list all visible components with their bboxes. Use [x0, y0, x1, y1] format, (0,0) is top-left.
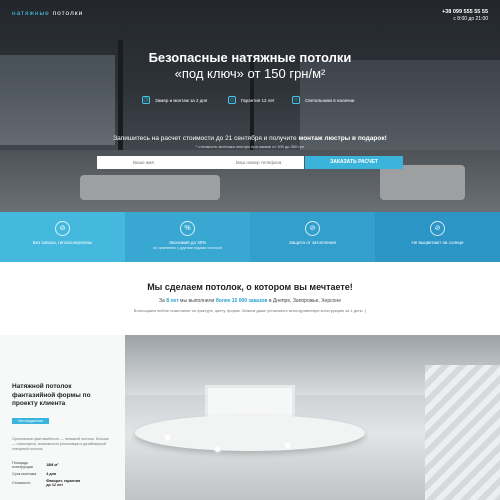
photo-lamp [165, 435, 170, 440]
section-title: Мы сделаем потолок, о котором вы мечтает… [147, 282, 353, 292]
logo-accent: натяжные [12, 10, 50, 17]
spec-value: 4 дня [46, 472, 56, 476]
offer-text: Запишитесь на расчет стоимости до 21 сен… [0, 135, 500, 142]
percent-icon: % [180, 221, 195, 236]
photo-lamp [285, 443, 290, 448]
shield-icon: ◇ [228, 96, 236, 104]
no-sun-icon: ⊘ [430, 221, 445, 236]
phone-input[interactable] [200, 156, 304, 169]
header-contacts: +38 099 555 55 55 с 8:00 до 21:00 [442, 9, 488, 23]
offer-bold: монтаж люстры в подарок! [298, 135, 387, 142]
project-tag: Нестандартная [12, 417, 49, 424]
section-description: Воплощаем любое пожелание по фактуре, цв… [133, 308, 367, 313]
spec-value: Фаворит, гарантия до 12 лет [46, 479, 81, 487]
project-photo [125, 335, 500, 500]
benefit-title: Без запаха, гипоаллергенны [32, 240, 93, 245]
benefit-title: Не выцветают на солнце [411, 240, 464, 245]
no-smell-icon: ⊘ [55, 221, 70, 236]
hero-feature: ◷ Замер и монтаж за 2 дня [142, 96, 207, 104]
hero-title: Безопасные натяжные потолки [148, 50, 352, 65]
spec-label: Срок монтажа [12, 472, 37, 476]
table-row: Площадь конструкции 18М м² [12, 460, 82, 471]
project-title: Натяжной потолок фантазийной формы по пр… [12, 383, 91, 407]
hero-overlay [0, 0, 500, 212]
spec-value: 18М м² [46, 463, 59, 467]
project-info-panel: Натяжной потолок фантазийной формы по пр… [0, 335, 125, 500]
phone-number[interactable]: +38 099 555 55 55 [442, 9, 488, 16]
logo[interactable]: натяжные потолки [12, 10, 83, 17]
sub-post: в Днепре, Запорожье, Херсоне [267, 298, 341, 304]
section-subtitle: За 8 лет мы выполнили более 15 000 заказ… [0, 298, 500, 304]
hero-feature: ◇ Гарантия 12 лет [228, 96, 275, 104]
sub-years: 8 лет [166, 298, 179, 304]
spec-label: Стоимость [12, 481, 31, 485]
work-hours: с 8:00 до 21:00 [453, 16, 488, 22]
project-section: Натяжной потолок фантазийной формы по пр… [0, 335, 500, 500]
benefit-card: ⊘ Не выцветают на солнце [375, 212, 500, 262]
sub-mid: мы выполнили [178, 298, 216, 304]
benefit-card: ⊘ Без запаха, гипоаллергенны [0, 212, 125, 262]
benefit-sub: по сравнению с другими видами потолков [153, 245, 222, 250]
project-specs: Площадь конструкции 18М м² Срок монтажа 4 … [12, 460, 82, 489]
hero-feature: ☼ Светильники в наличии [292, 96, 354, 104]
photo-lamp [215, 447, 220, 452]
lamp-icon: ☼ [292, 96, 300, 104]
spec-label: Площадь конструкции [12, 461, 33, 469]
photo-ceiling-ring [135, 415, 365, 451]
hero-section: натяжные потолки +38 099 555 55 55 с 8:0… [0, 0, 500, 212]
no-water-icon: ⊘ [305, 221, 320, 236]
order-calculation-button[interactable]: ЗАКАЗАТЬ РАСЧЕТ [305, 156, 403, 169]
benefit-card: % Экономия до 30% по сравнению с другими… [125, 212, 250, 262]
offer-main: Запишитесь на расчет стоимости до 21 сен… [113, 135, 299, 142]
name-input[interactable] [97, 156, 201, 169]
logo-rest: потолки [49, 10, 84, 17]
table-row: Срок монтажа 4 дня [12, 471, 82, 478]
clock-icon: ◷ [142, 96, 150, 104]
benefit-card: ⊘ Защита от затопления [250, 212, 375, 262]
offer-note: * стоимость монтажа люстры при заказе от… [195, 144, 305, 149]
photo-wall-tile [425, 365, 500, 500]
project-description: Оригинально фантазийность — натяжной пот… [12, 436, 109, 451]
sub-orders: более 15 000 заказов [215, 298, 268, 304]
feature-label: Замер и монтаж за 2 дня [155, 97, 208, 103]
table-row: Стоимость Фаворит, гарантия до 12 лет [12, 478, 82, 489]
hero-subtitle: «под ключ» от 150 грн/м² [174, 66, 326, 81]
benefit-title: Защита от затопления [289, 240, 336, 245]
feature-label: Светильники в наличии [305, 97, 355, 103]
feature-label: Гарантия 12 лет [241, 97, 275, 103]
